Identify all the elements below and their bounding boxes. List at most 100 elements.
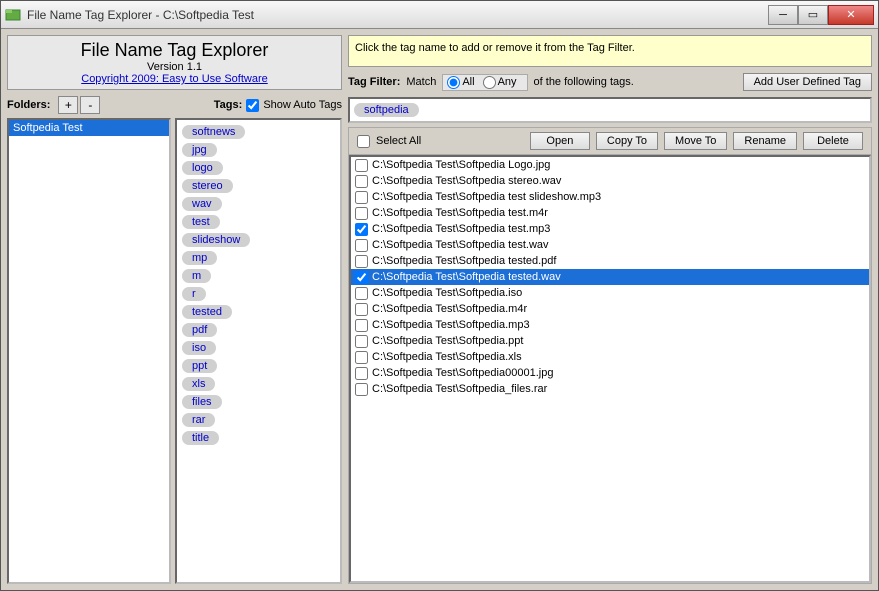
file-row[interactable]: C:\Softpedia Test\Softpedia test.m4r [351, 205, 869, 221]
file-row[interactable]: C:\Softpedia Test\Softpedia.mp3 [351, 317, 869, 333]
file-row[interactable]: C:\Softpedia Test\Softpedia Logo.jpg [351, 157, 869, 173]
file-row[interactable]: C:\Softpedia Test\Softpedia00001.jpg [351, 365, 869, 381]
folders-label: Folders: [7, 99, 50, 111]
tags-label: Tags: [214, 99, 243, 111]
active-tag-pill[interactable]: softpedia [354, 103, 419, 117]
titlebar: File Name Tag Explorer - C:\Softpedia Te… [1, 1, 878, 29]
file-checkbox[interactable] [355, 159, 368, 172]
match-label: Match [406, 76, 436, 88]
file-row[interactable]: C:\Softpedia Test\Softpedia stereo.wav [351, 173, 869, 189]
tag-pill[interactable]: r [182, 287, 206, 301]
add-folder-button[interactable]: + [58, 96, 78, 114]
tag-pill[interactable]: softnews [182, 125, 245, 139]
tags-list[interactable]: softnews jpg logo stereo wav test slideshow mp m… [175, 118, 342, 584]
file-list[interactable]: C:\Softpedia Test\Softpedia Logo.jpgC:\S… [349, 155, 871, 583]
window-title: File Name Tag Explorer - C:\Softpedia Te… [27, 8, 254, 22]
app-version: Version 1.1 [12, 61, 337, 73]
tag-pill[interactable]: pdf [182, 323, 217, 337]
maximize-button[interactable]: ▭ [798, 5, 828, 25]
file-checkbox[interactable] [355, 191, 368, 204]
file-path: C:\Softpedia Test\Softpedia test.m4r [372, 205, 548, 221]
file-path: C:\Softpedia Test\Softpedia.m4r [372, 301, 527, 317]
tag-pill[interactable]: files [182, 395, 222, 409]
file-checkbox[interactable] [355, 383, 368, 396]
app-title: File Name Tag Explorer [12, 40, 337, 61]
delete-button[interactable]: Delete [803, 132, 863, 150]
folders-list[interactable]: Softpedia Test [7, 118, 171, 584]
file-row[interactable]: C:\Softpedia Test\Softpedia.ppt [351, 333, 869, 349]
tag-pill[interactable]: logo [182, 161, 223, 175]
file-checkbox[interactable] [355, 319, 368, 332]
copy-to-button[interactable]: Copy To [596, 132, 658, 150]
tag-pill[interactable]: tested [182, 305, 232, 319]
file-row[interactable]: C:\Softpedia Test\Softpedia_files.rar [351, 381, 869, 397]
file-checkbox[interactable] [355, 239, 368, 252]
tag-pill[interactable]: m [182, 269, 211, 283]
copyright-link[interactable]: Copyright 2009: Easy to Use Software [12, 73, 337, 85]
tag-filter-label: Tag Filter: [348, 76, 400, 88]
move-to-button[interactable]: Move To [664, 132, 727, 150]
folder-item[interactable]: Softpedia Test [9, 120, 169, 136]
minimize-button[interactable]: ─ [768, 5, 798, 25]
select-all-checkbox[interactable] [357, 135, 370, 148]
file-row[interactable]: C:\Softpedia Test\Softpedia test.mp3 [351, 221, 869, 237]
tag-pill[interactable]: xls [182, 377, 215, 391]
file-path: C:\Softpedia Test\Softpedia test slidesh… [372, 189, 601, 205]
tag-pill[interactable]: iso [182, 341, 216, 355]
open-button[interactable]: Open [530, 132, 590, 150]
remove-folder-button[interactable]: - [80, 96, 100, 114]
file-row[interactable]: C:\Softpedia Test\Softpedia test.wav [351, 237, 869, 253]
match-all-label: All [462, 76, 474, 88]
file-row[interactable]: C:\Softpedia Test\Softpedia tested.pdf [351, 253, 869, 269]
file-path: C:\Softpedia Test\Softpedia tested.pdf [372, 253, 556, 269]
file-checkbox[interactable] [355, 255, 368, 268]
add-user-tag-button[interactable]: Add User Defined Tag [743, 73, 872, 91]
file-row[interactable]: C:\Softpedia Test\Softpedia tested.wav [351, 269, 869, 285]
file-path: C:\Softpedia Test\Softpedia stereo.wav [372, 173, 561, 189]
file-path: C:\Softpedia Test\Softpedia00001.jpg [372, 365, 553, 381]
file-checkbox[interactable] [355, 175, 368, 188]
close-button[interactable]: ✕ [828, 5, 874, 25]
file-path: C:\Softpedia Test\Softpedia.mp3 [372, 317, 530, 333]
match-all-radio[interactable] [447, 76, 460, 89]
file-checkbox[interactable] [355, 351, 368, 364]
tag-pill[interactable]: test [182, 215, 220, 229]
file-path: C:\Softpedia Test\Softpedia.iso [372, 285, 522, 301]
tag-pill[interactable]: slideshow [182, 233, 250, 247]
tag-pill[interactable]: ppt [182, 359, 217, 373]
tag-pill[interactable]: title [182, 431, 219, 445]
file-path: C:\Softpedia Test\Softpedia test.mp3 [372, 221, 550, 237]
file-checkbox[interactable] [355, 303, 368, 316]
file-checkbox[interactable] [355, 367, 368, 380]
rename-button[interactable]: Rename [733, 132, 797, 150]
select-all-label: Select All [376, 135, 421, 147]
match-any-radio[interactable] [483, 76, 496, 89]
match-any-label: Any [498, 76, 517, 88]
file-row[interactable]: C:\Softpedia Test\Softpedia test slidesh… [351, 189, 869, 205]
app-header: File Name Tag Explorer Version 1.1 Copyr… [7, 35, 342, 90]
file-path: C:\Softpedia Test\Softpedia test.wav [372, 237, 549, 253]
file-row[interactable]: C:\Softpedia Test\Softpedia.iso [351, 285, 869, 301]
tag-pill[interactable]: mp [182, 251, 217, 265]
file-path: C:\Softpedia Test\Softpedia tested.wav [372, 269, 561, 285]
hint-bar: Click the tag name to add or remove it f… [348, 35, 872, 67]
file-checkbox[interactable] [355, 223, 368, 236]
file-path: C:\Softpedia Test\Softpedia_files.rar [372, 381, 547, 397]
file-path: C:\Softpedia Test\Softpedia.ppt [372, 333, 523, 349]
tag-pill[interactable]: jpg [182, 143, 217, 157]
file-path: C:\Softpedia Test\Softpedia.xls [372, 349, 522, 365]
app-icon [5, 7, 21, 23]
tag-pill[interactable]: stereo [182, 179, 233, 193]
active-tag-filter[interactable]: softpedia [348, 97, 872, 123]
file-row[interactable]: C:\Softpedia Test\Softpedia.m4r [351, 301, 869, 317]
file-checkbox[interactable] [355, 335, 368, 348]
tag-pill[interactable]: wav [182, 197, 222, 211]
tag-pill[interactable]: rar [182, 413, 215, 427]
file-row[interactable]: C:\Softpedia Test\Softpedia.xls [351, 349, 869, 365]
file-checkbox[interactable] [355, 271, 368, 284]
file-checkbox[interactable] [355, 287, 368, 300]
file-path: C:\Softpedia Test\Softpedia Logo.jpg [372, 157, 550, 173]
file-checkbox[interactable] [355, 207, 368, 220]
of-following-label: of the following tags. [534, 76, 634, 88]
show-auto-tags-checkbox[interactable] [246, 99, 259, 112]
